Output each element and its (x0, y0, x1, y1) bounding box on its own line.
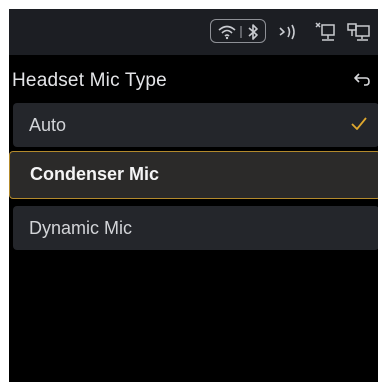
back-button[interactable] (351, 70, 373, 90)
nfc-icon (277, 21, 301, 43)
option-condenser-mic[interactable]: Condenser Mic (9, 151, 378, 199)
option-label: Dynamic Mic (29, 218, 133, 238)
option-auto[interactable]: Auto (13, 103, 378, 147)
status-bar (9, 9, 378, 55)
page-header: Headset Mic Type (9, 67, 378, 97)
device-icon (347, 21, 371, 43)
option-label: Condenser Mic (30, 164, 160, 184)
device-screen: Headset Mic Type Auto Condenser Mic Dyna… (9, 9, 378, 382)
check-icon (351, 117, 367, 130)
wifi-icon (216, 21, 238, 43)
network-icon (314, 21, 336, 43)
option-dynamic-mic[interactable]: Dynamic Mic (13, 206, 378, 250)
option-label: Auto (29, 115, 67, 135)
bluetooth-icon (244, 21, 262, 43)
back-arrow-icon (354, 73, 370, 86)
page-title: Headset Mic Type (12, 70, 167, 91)
